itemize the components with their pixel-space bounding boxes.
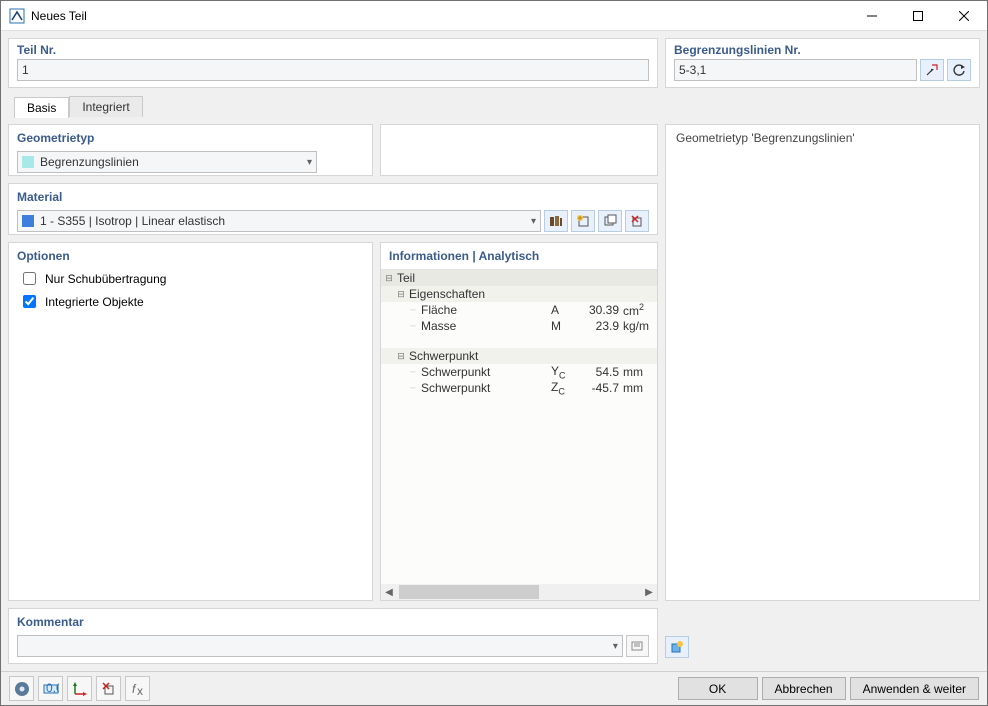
- preview-panel: Geometrietyp 'Begrenzungslinien': [665, 124, 980, 601]
- material-swatch-icon: [22, 215, 34, 227]
- apply-button[interactable]: Anwenden & weiter: [850, 677, 979, 700]
- geom-value: Begrenzungslinien: [40, 155, 307, 169]
- units-button[interactable]: 0,00: [38, 676, 63, 701]
- geom-combo[interactable]: Begrenzungslinien ▾: [17, 151, 317, 173]
- option-schub-label: Nur Schubübertragung: [45, 272, 166, 286]
- window-title: Neues Teil: [31, 9, 849, 23]
- material-label: Material: [17, 190, 649, 204]
- tree-row-sp-z: ┈SchwerpunktZC-45.7mm: [381, 380, 657, 396]
- info-label: Informationen | Analytisch: [381, 249, 657, 263]
- chevron-down-icon: ▾: [531, 216, 536, 227]
- geom-swatch-icon: [22, 156, 34, 168]
- help-button[interactable]: [9, 676, 34, 701]
- teil-nr-panel: Teil Nr.: [8, 38, 658, 88]
- svg-text:0,00: 0,00: [46, 681, 59, 695]
- teil-nr-label: Teil Nr.: [17, 43, 649, 57]
- option-schub-checkbox[interactable]: [23, 272, 36, 285]
- client-area: Teil Nr. Begrenzungslinien Nr. Basis Int…: [1, 31, 987, 671]
- tree-row-schwerpunkt[interactable]: ⊟Schwerpunkt: [381, 348, 657, 364]
- scroll-left-icon[interactable]: ◀: [381, 587, 397, 598]
- material-value: 1 - S355 | Isotrop | Linear elastisch: [40, 214, 531, 228]
- comment-apply-button[interactable]: [626, 635, 649, 657]
- clear-button[interactable]: [96, 676, 121, 701]
- material-edit-button[interactable]: [598, 210, 622, 232]
- options-label: Optionen: [17, 249, 364, 263]
- tab-integriert[interactable]: Integriert: [69, 96, 142, 117]
- mid-left: Geometrietyp Begrenzungslinien ▾ Materia…: [8, 124, 658, 601]
- top-row: Teil Nr. Begrenzungslinien Nr.: [8, 38, 980, 88]
- window: Neues Teil Teil Nr. Begrenzungslinien Nr…: [0, 0, 988, 706]
- geom-section: Geometrietyp Begrenzungslinien ▾: [8, 124, 373, 176]
- tabs: Basis Integriert: [8, 95, 980, 117]
- material-combo[interactable]: 1 - S355 | Isotrop | Linear elastisch ▾: [17, 210, 541, 232]
- tree-row-sp-y: ┈SchwerpunktYC54.5mm: [381, 364, 657, 380]
- option-integrierte-label: Integrierte Objekte: [45, 295, 144, 309]
- option-schub[interactable]: Nur Schubübertragung: [19, 269, 362, 288]
- app-icon: [9, 8, 25, 24]
- geom-label: Geometrietyp: [17, 131, 364, 145]
- preview-settings-button[interactable]: [665, 636, 689, 658]
- tree-row-teil[interactable]: ⊟Teil: [381, 270, 657, 286]
- close-button[interactable]: [941, 1, 987, 31]
- reverse-button[interactable]: [947, 59, 971, 81]
- comment-combo[interactable]: ▾: [17, 635, 623, 657]
- material-library-button[interactable]: [544, 210, 568, 232]
- comment-label: Kommentar: [17, 615, 649, 629]
- ok-button[interactable]: OK: [678, 677, 758, 700]
- cancel-button[interactable]: Abbrechen: [762, 677, 846, 700]
- scroll-thumb[interactable]: [399, 585, 539, 599]
- maximize-button[interactable]: [895, 1, 941, 31]
- left-split: Optionen Nur Schubübertragung Integriert…: [8, 242, 658, 601]
- svg-text:x: x: [137, 684, 143, 697]
- comment-section: Kommentar ▾: [8, 608, 658, 664]
- mid-row: Geometrietyp Begrenzungslinien ▾ Materia…: [8, 124, 980, 601]
- info-hscroll[interactable]: ◀▶: [381, 584, 657, 600]
- material-delete-button[interactable]: [625, 210, 649, 232]
- titlebar: Neues Teil: [1, 1, 987, 31]
- chevron-down-icon: ▾: [613, 641, 618, 652]
- tab-basis[interactable]: Basis: [14, 97, 69, 118]
- footer: 0,00 fx OK Abbrechen Anwenden & weiter: [1, 671, 987, 705]
- material-new-button[interactable]: [571, 210, 595, 232]
- pick-lines-button[interactable]: [920, 59, 944, 81]
- preview-tools: [665, 608, 980, 664]
- tree-row-eigenschaften[interactable]: ⊟Eigenschaften: [381, 286, 657, 302]
- function-button[interactable]: fx: [125, 676, 150, 701]
- begrenzung-label: Begrenzungslinien Nr.: [674, 43, 971, 57]
- chevron-down-icon: ▾: [307, 157, 312, 168]
- material-section: Material 1 - S355 | Isotrop | Linear ela…: [8, 183, 658, 235]
- scroll-right-icon[interactable]: ▶: [641, 587, 657, 598]
- begrenzung-panel: Begrenzungslinien Nr.: [665, 38, 980, 88]
- minimize-button[interactable]: [849, 1, 895, 31]
- option-integrierte[interactable]: Integrierte Objekte: [19, 292, 362, 311]
- info-tree: ⊟Teil ⊟Eigenschaften ┈FlächeA30.39cm2 ┈M…: [381, 269, 657, 584]
- geom-preview-placeholder: [380, 124, 658, 176]
- option-integrierte-checkbox[interactable]: [23, 295, 36, 308]
- begrenzung-input[interactable]: [674, 59, 917, 81]
- coord-button[interactable]: [67, 676, 92, 701]
- tree-row-flaeche: ┈FlächeA30.39cm2: [381, 302, 657, 318]
- info-section: Informationen | Analytisch ⊟Teil ⊟Eigens…: [380, 242, 658, 601]
- tree-row-masse: ┈MasseM23.9kg/m: [381, 318, 657, 334]
- options-section: Optionen Nur Schubübertragung Integriert…: [8, 242, 373, 601]
- comment-row: Kommentar ▾: [8, 608, 980, 664]
- tree-spacer: [381, 334, 657, 348]
- preview-text: Geometrietyp 'Begrenzungslinien': [676, 131, 855, 145]
- teil-nr-input[interactable]: [17, 59, 649, 81]
